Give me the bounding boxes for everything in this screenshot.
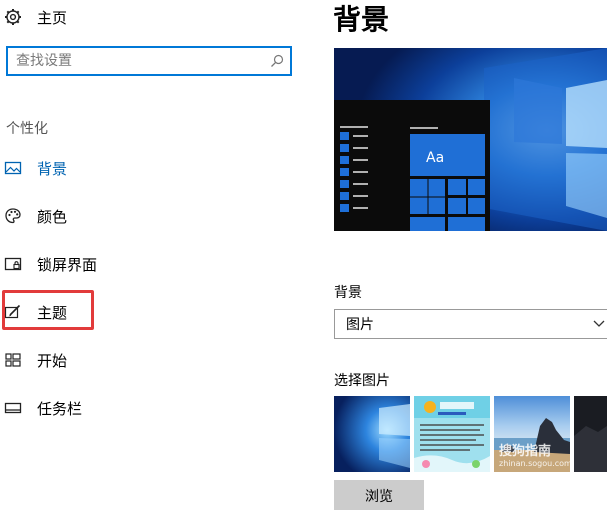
picture-icon [4,161,22,175]
taskbar-icon [4,402,22,414]
background-type-value: 图片 [346,317,374,333]
sidebar-item-label: 锁屏界面 [37,255,98,274]
chevron-down-icon [593,320,605,327]
sidebar-item-lockscreen[interactable]: 锁屏界面 [4,249,304,279]
sidebar: 主页 个性化 背景 颜色 锁屏界面 [0,0,320,498]
highlight-box [2,290,94,330]
search-input[interactable] [8,48,256,74]
thumbnail-dark-partial[interactable] [574,396,607,472]
page-title: 背景 [333,3,390,36]
section-title-personalization: 个性化 [6,121,48,137]
thumbnail-flyer[interactable] [414,396,490,472]
start-icon [5,353,21,367]
gear-icon [5,9,21,25]
sidebar-item-label: 颜色 [37,207,68,226]
background-type-select[interactable]: 图片 [334,309,607,339]
sidebar-item-label: 任务栏 [37,399,83,418]
search-icon[interactable] [270,54,284,68]
watermark-brand: 搜狗指南 [499,444,552,459]
watermark-url: zhinan.sogou.com [499,459,572,468]
sidebar-item-label: 开始 [37,351,68,370]
thumbnail-windows-hero[interactable] [334,396,410,472]
sidebar-item-label: 背景 [37,159,68,178]
background-type-label: 背景 [334,285,362,301]
background-preview: Aa [334,48,607,231]
browse-button[interactable]: 浏览 [334,480,424,510]
sidebar-item-taskbar[interactable]: 任务栏 [4,393,304,423]
preview-tile-text: Aa [426,150,445,166]
sidebar-item-background[interactable]: 背景 [4,153,304,183]
lock-screen-icon [4,257,22,271]
sidebar-item-colors[interactable]: 颜色 [4,201,304,231]
home-nav[interactable]: 主页 [4,4,67,30]
watermark: 搜狗指南 zhinan.sogou.com [499,440,572,468]
palette-icon [5,208,21,224]
choose-picture-label: 选择图片 [334,373,390,389]
sidebar-item-start[interactable]: 开始 [4,345,304,375]
home-label: 主页 [37,8,68,27]
search-box [6,46,292,76]
main-content: 背景 Aa 背景 图片 选择图片 浏览 [333,0,607,510]
desktop-preview-image [334,48,607,231]
